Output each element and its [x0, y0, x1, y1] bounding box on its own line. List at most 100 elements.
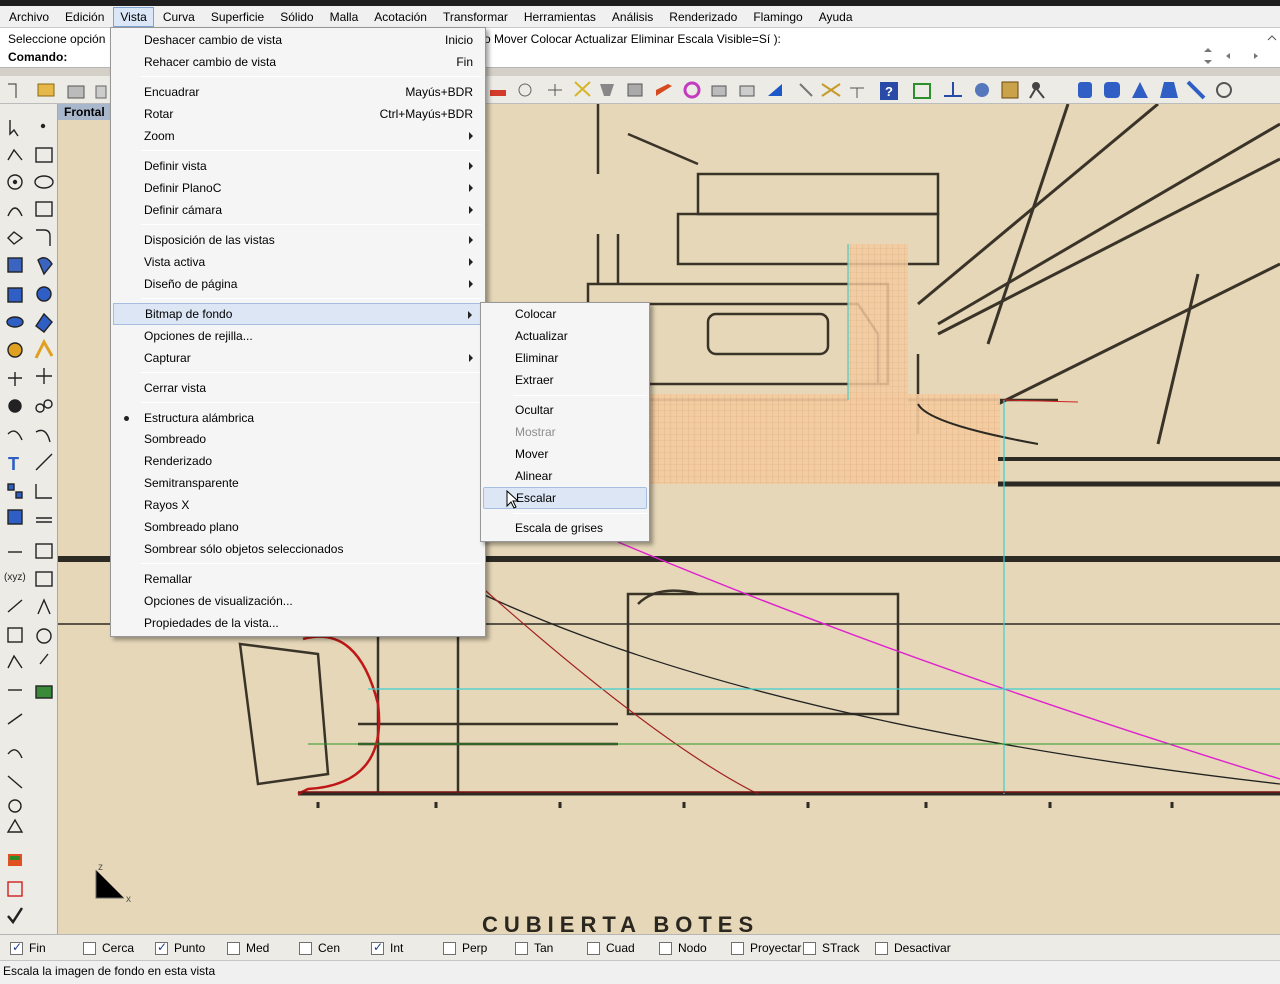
menu-separator — [141, 298, 481, 299]
menu-acotacion[interactable]: Acotación — [367, 7, 434, 27]
shortcut-label: Fin — [456, 55, 473, 69]
menu-item-remallar[interactable]: Remallar — [113, 568, 483, 590]
osnap-med[interactable]: Med — [227, 941, 269, 955]
menu-item-capturar[interactable]: Capturar — [113, 347, 483, 369]
menu-item-opciones-visualizacion[interactable]: Opciones de visualización... — [113, 590, 483, 612]
command-scroll-controls[interactable] — [1198, 48, 1280, 68]
submenu-item-extraer[interactable]: Extraer — [483, 369, 647, 391]
checkbox-icon — [371, 940, 384, 955]
osnap-nodo[interactable]: Nodo — [659, 941, 707, 955]
checkbox-icon — [731, 941, 744, 955]
osnap-cen[interactable]: Cen — [299, 941, 340, 955]
submenu-item-alinear[interactable]: Alinear — [483, 465, 647, 487]
menu-item-renderizado[interactable]: Renderizado — [113, 450, 483, 472]
osnap-fin[interactable]: Fin — [10, 940, 46, 955]
menu-item-cerrar-vista[interactable]: Cerrar vista — [113, 377, 483, 399]
osnap-int[interactable]: Int — [371, 940, 403, 955]
submenu-item-mover[interactable]: Mover — [483, 443, 647, 465]
menu-ayuda[interactable]: Ayuda — [812, 7, 860, 27]
osnap-proyectar[interactable]: Proyectar — [731, 941, 801, 955]
menu-item-propiedades-vista[interactable]: Propiedades de la vista... — [113, 612, 483, 634]
status-text: Escala la imagen de fondo en esta vista — [3, 964, 216, 978]
menu-separator — [141, 402, 481, 403]
menu-item-bitmap-fondo[interactable]: Bitmap de fondo — [113, 303, 483, 325]
checkbox-icon — [83, 941, 96, 955]
command-scroll-up-icon[interactable] — [1266, 32, 1278, 44]
svg-text:T: T — [8, 454, 19, 474]
menubar: Archivo Edición Vista Curva Superficie S… — [0, 6, 1280, 28]
submenu-arrow-icon — [469, 280, 473, 288]
menu-separator — [141, 76, 481, 77]
menu-solido[interactable]: Sólido — [273, 7, 320, 27]
toolbar-left-icons — [8, 83, 107, 99]
checkbox-icon — [299, 941, 312, 955]
menu-item-vista-activa[interactable]: Vista activa — [113, 251, 483, 273]
submenu-arrow-icon — [469, 184, 473, 192]
osnap-bar: Fin Cerca Punto Med Cen Int Perp Tan Cua… — [0, 934, 1280, 960]
command-label: Comando: — [8, 50, 68, 64]
mouse-cursor-icon — [506, 490, 520, 509]
menu-vista[interactable]: Vista — [113, 6, 154, 27]
axis-z-label: z — [98, 862, 103, 873]
submenu-arrow-icon — [468, 311, 472, 319]
menu-item-estructura-alambrica[interactable]: Estructura alámbrica — [113, 407, 483, 429]
submenu-item-actualizar[interactable]: Actualizar — [483, 325, 647, 347]
radio-bullet-icon — [124, 416, 129, 421]
checkbox-icon — [443, 941, 456, 955]
menu-herramientas[interactable]: Herramientas — [517, 7, 603, 27]
menu-separator — [513, 395, 647, 396]
menu-item-sombrear-seleccionados[interactable]: Sombrear sólo objetos seleccionados — [113, 538, 483, 560]
submenu-item-colocar[interactable]: Colocar — [483, 303, 647, 325]
menu-flamingo[interactable]: Flamingo — [746, 7, 809, 27]
checkbox-icon — [803, 941, 816, 955]
checkbox-icon — [587, 941, 600, 955]
osnap-strack[interactable]: STrack — [803, 941, 860, 955]
osnap-punto[interactable]: Punto — [155, 940, 205, 955]
submenu-item-eliminar[interactable]: Eliminar — [483, 347, 647, 369]
menu-item-rotar[interactable]: Rotar Ctrl+Mayús+BDR — [113, 103, 483, 125]
viewport-title[interactable]: Frontal — [58, 104, 111, 120]
shortcut-label: Ctrl+Mayús+BDR — [379, 107, 473, 121]
menu-archivo[interactable]: Archivo — [2, 7, 56, 27]
menu-malla[interactable]: Malla — [323, 7, 366, 27]
submenu-arrow-icon — [469, 162, 473, 170]
menu-transformar[interactable]: Transformar — [436, 7, 515, 27]
menu-edicion[interactable]: Edición — [58, 7, 111, 27]
menu-item-sombreado[interactable]: Sombreado — [113, 428, 483, 450]
menu-item-rehacer-cambio-vista[interactable]: Rehacer cambio de vista Fin — [113, 51, 483, 73]
checkbox-icon — [227, 941, 240, 955]
osnap-desactivar[interactable]: Desactivar — [875, 941, 951, 955]
status-bar: Escala la imagen de fondo en esta vista — [0, 960, 1280, 984]
menu-item-definir-vista[interactable]: Definir vista — [113, 155, 483, 177]
osnap-cuad[interactable]: Cuad — [587, 941, 635, 955]
menu-item-disposicion-vistas[interactable]: Disposición de las vistas — [113, 229, 483, 251]
menu-item-zoom[interactable]: Zoom — [113, 125, 483, 147]
checkbox-icon — [659, 941, 672, 955]
osnap-perp[interactable]: Perp — [443, 941, 487, 955]
drawing-label: CUBIERTA BOTES — [482, 912, 759, 934]
command-prompt-end: o Mover Colocar Actualizar Eliminar Esca… — [484, 32, 781, 46]
menu-item-diseno-pagina[interactable]: Diseño de página — [113, 273, 483, 295]
submenu-item-escala-grises[interactable]: Escala de grises — [483, 517, 647, 539]
command-prompt-start: Seleccione opción — [8, 32, 106, 46]
menu-superficie[interactable]: Superficie — [204, 7, 271, 27]
menu-renderizado[interactable]: Renderizado — [662, 7, 744, 27]
left-toolbar-icons[interactable]: T (xyz) — [0, 104, 58, 934]
submenu-item-ocultar[interactable]: Ocultar — [483, 399, 647, 421]
shortcut-label: Mayús+BDR — [405, 85, 473, 99]
osnap-tan[interactable]: Tan — [515, 941, 553, 955]
menu-item-sombreado-plano[interactable]: Sombreado plano — [113, 516, 483, 538]
osnap-cerca[interactable]: Cerca — [83, 941, 134, 955]
menu-item-opciones-rejilla[interactable]: Opciones de rejilla... — [113, 325, 483, 347]
menu-analisis[interactable]: Análisis — [605, 7, 660, 27]
menu-item-encuadrar[interactable]: Encuadrar Mayús+BDR — [113, 81, 483, 103]
menu-item-rayos-x[interactable]: Rayos X — [113, 494, 483, 516]
menu-item-definir-planoc[interactable]: Definir PlanoC — [113, 177, 483, 199]
submenu-arrow-icon — [469, 354, 473, 362]
menu-item-definir-camara[interactable]: Definir cámara — [113, 199, 483, 221]
menu-item-semitransparente[interactable]: Semitransparente — [113, 472, 483, 494]
checkbox-icon — [875, 941, 888, 955]
menu-curva[interactable]: Curva — [156, 7, 202, 27]
menu-item-deshacer-cambio-vista[interactable]: Deshacer cambio de vista Inicio — [113, 29, 483, 51]
left-toolbar: T (xyz) — [0, 104, 58, 934]
